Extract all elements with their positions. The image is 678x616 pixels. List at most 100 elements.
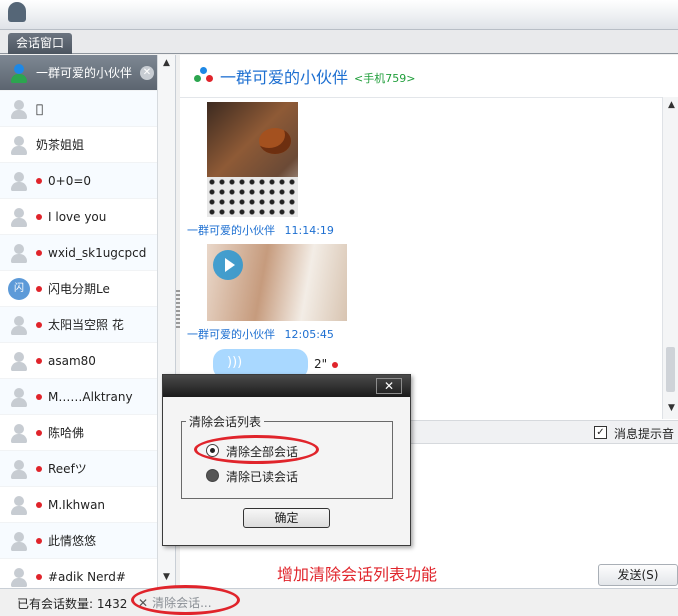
teapot-shape: [259, 128, 291, 154]
contact-name: 一群可爱的小伙伴: [36, 66, 133, 80]
person-avatar-icon: [8, 242, 30, 264]
contact-item[interactable]: Reefツ: [0, 451, 157, 487]
person-avatar-icon: [8, 134, 30, 156]
unread-dot-icon: [36, 429, 42, 436]
dialog-title-bar: ✕: [163, 375, 410, 397]
clear-read-label[interactable]: 清除已读会话: [226, 468, 298, 485]
contact-item[interactable]: 闪 闪电分期Le: [0, 271, 157, 307]
contact-item[interactable]: I love you: [0, 199, 157, 235]
contact-item[interactable]: wxid_sk1ugcpcd: [0, 235, 157, 271]
app-avatar-icon: 闪: [8, 277, 30, 300]
unread-dot-icon: [36, 465, 42, 472]
clear-options-label: 清除会话列表: [186, 413, 265, 430]
contact-list: 一群可爱的小伙伴 ✕ 􀀀 奶茶姐姐 0+0=0 I love you wxid_…: [0, 55, 176, 595]
clear-read-radio[interactable]: [206, 469, 219, 482]
group-icon: [194, 67, 214, 85]
message-sender: 一群可爱的小伙伴: [187, 224, 275, 237]
close-icon[interactable]: ✕: [140, 66, 154, 80]
contact-name: asam80: [48, 353, 96, 368]
dialog-close-button[interactable]: ✕: [376, 378, 402, 394]
scroll-up-icon[interactable]: ▲: [665, 99, 678, 112]
message-sender-line: 一群可爱的小伙伴 11:14:19: [187, 222, 334, 238]
contact-name: 陈哈佛: [48, 426, 85, 440]
unplayed-dot-icon: [332, 362, 338, 368]
contact-name: 奶茶姐姐: [36, 138, 85, 152]
group-avatar-icon: [8, 62, 30, 84]
highlight-ring: [194, 435, 319, 464]
person-avatar-icon: [8, 386, 30, 408]
contact-item[interactable]: 太阳当空照 花: [0, 307, 157, 343]
video-thumbnail[interactable]: [207, 244, 347, 321]
chat-title: 一群可爱的小伙伴: [220, 68, 349, 87]
contact-name: 􀀀: [36, 101, 44, 116]
chat-subtitle: <手机759>: [354, 72, 416, 85]
person-avatar-icon: [8, 566, 30, 588]
contact-name: 太阳当空照 花: [48, 318, 124, 332]
person-avatar-icon: [8, 494, 30, 516]
contact-name: I love you: [48, 209, 107, 224]
notify-sound-label: 消息提示音: [614, 427, 675, 441]
person-avatar-icon: [8, 530, 30, 552]
voice-wave-icon: ))): [227, 355, 243, 370]
message-time: 12:05:45: [284, 328, 334, 341]
person-avatar-icon: [8, 206, 30, 228]
unread-dot-icon: [36, 177, 42, 184]
contact-item[interactable]: M……Alktrany: [0, 379, 157, 415]
contact-item[interactable]: 􀀀: [0, 91, 157, 127]
scrollbar-thumb[interactable]: [666, 347, 675, 392]
contact-item[interactable]: 陈哈佛: [0, 415, 157, 451]
ok-button[interactable]: 确定: [243, 508, 330, 528]
message-sender: 一群可爱的小伙伴: [187, 328, 275, 341]
person-avatar-icon: [8, 314, 30, 336]
contact-item[interactable]: 此情悠悠: [0, 523, 157, 559]
send-button[interactable]: 发送(S): [598, 564, 678, 586]
unread-dot-icon: [36, 573, 42, 580]
session-count: 已有会话数量: 1432: [17, 597, 128, 611]
tab-session-window[interactable]: 会话窗口: [8, 33, 73, 54]
contact-name: M.Ikhwan: [48, 497, 106, 512]
unread-dot-icon: [36, 501, 42, 508]
person-avatar-icon: [8, 98, 30, 120]
status-bar: 已有会话数量: 1432 ✕ 清除会话...: [0, 588, 678, 616]
tablecloth-pattern: [207, 177, 298, 217]
contact-name: 0+0=0: [48, 173, 92, 188]
message-time: 11:14:19: [284, 224, 334, 237]
person-avatar-icon: [8, 350, 30, 372]
unread-dot-icon: [36, 393, 42, 400]
top-bar: [0, 0, 678, 30]
contact-item[interactable]: 0+0=0: [0, 163, 157, 199]
play-icon[interactable]: [213, 250, 243, 280]
contact-name: 此情悠悠: [48, 534, 97, 548]
notify-sound-checkbox[interactable]: ✓: [594, 426, 607, 439]
highlight-ring: [131, 585, 240, 615]
scroll-down-icon[interactable]: ▼: [665, 402, 678, 415]
unread-dot-icon: [36, 249, 42, 256]
scroll-up-icon[interactable]: ▲: [160, 57, 173, 70]
unread-dot-icon: [36, 213, 42, 220]
unread-dot-icon: [36, 357, 42, 364]
user-avatar-icon[interactable]: [8, 2, 26, 22]
scroll-down-icon[interactable]: ▼: [160, 571, 173, 584]
contact-name: 闪电分期Le: [48, 282, 110, 296]
chat-header: 一群可爱的小伙伴 <手机759>: [180, 55, 678, 97]
contact-name: wxid_sk1ugcpcd: [48, 245, 147, 260]
voice-duration: 2": [314, 357, 328, 371]
contact-item[interactable]: asam80: [0, 343, 157, 379]
person-avatar-icon: [8, 170, 30, 192]
unread-dot-icon: [36, 285, 42, 292]
unread-dot-icon: [36, 537, 42, 544]
contact-name: M……Alktrany: [48, 389, 133, 404]
contact-item[interactable]: 奶茶姐姐: [0, 127, 157, 163]
teapot-image[interactable]: [207, 102, 298, 217]
unread-dot-icon: [36, 321, 42, 328]
contact-name: Reefツ: [48, 462, 87, 476]
contact-item[interactable]: M.Ikhwan: [0, 487, 157, 523]
contact-item[interactable]: 一群可爱的小伙伴 ✕: [0, 55, 157, 91]
message-scrollbar[interactable]: ▲ ▼: [662, 97, 678, 419]
tab-strip: 会话窗口: [0, 30, 678, 54]
person-avatar-icon: [8, 458, 30, 480]
contact-name: #adik Nerd#: [48, 569, 126, 584]
message-sender-line: 一群可爱的小伙伴 12:05:45: [187, 326, 334, 342]
person-avatar-icon: [8, 422, 30, 444]
annotation-text: 增加清除会话列表功能: [277, 565, 438, 584]
